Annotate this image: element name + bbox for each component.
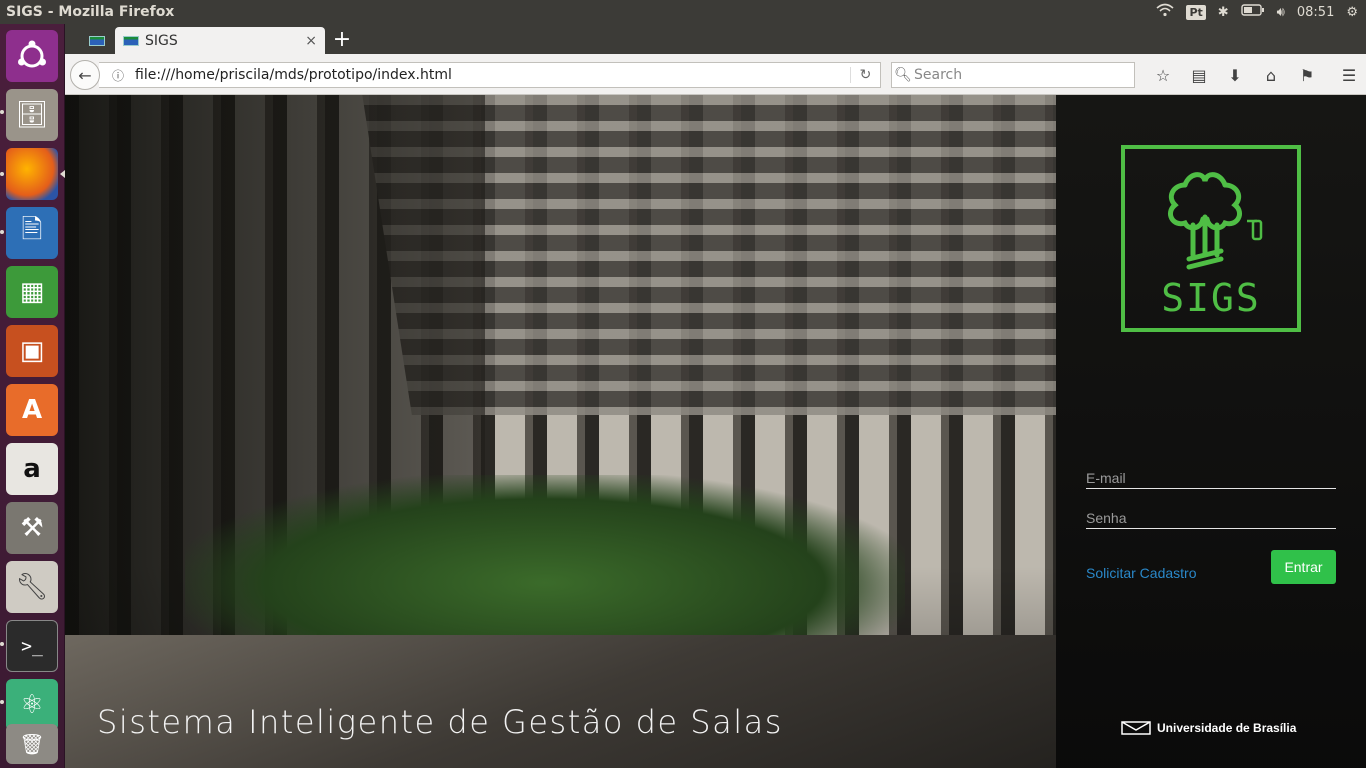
pinned-tab[interactable] [79,28,115,54]
email-field[interactable] [1086,467,1336,488]
url-text[interactable]: file:///home/priscila/mds/prototipo/inde… [129,67,850,83]
software-center-icon[interactable]: A [6,384,58,436]
downloads-icon[interactable]: ⬇ [1217,62,1253,88]
favicon-icon [123,35,139,46]
files-icon[interactable]: 🗄︎ [6,89,58,141]
menu-icon[interactable]: ☰ [1331,62,1366,88]
system-tools-icon[interactable]: 🔧︎ [6,561,58,613]
tab-label: SIGS [145,32,178,49]
battery-icon[interactable] [1240,4,1265,20]
back-button[interactable]: ← [70,60,100,90]
search-placeholder: Search [914,67,963,83]
search-bar[interactable]: 🔍︎ Search [891,62,1135,88]
wifi-icon[interactable] [1156,3,1174,21]
launcher: 🗄︎ 🖹︎ ▦ ▣ A a ⚒ 🔧︎ >_ ⚛ 🗑︎ [0,24,65,768]
favicon-icon [89,36,105,46]
running-indicator [0,642,4,646]
password-field[interactable] [1086,507,1336,528]
home-icon[interactable]: ⌂ [1253,62,1289,88]
firefox-icon[interactable] [6,148,58,200]
register-link[interactable]: Solicitar Cadastro [1086,565,1197,581]
info-icon[interactable]: ⓘ [107,67,129,84]
enter-button[interactable]: Entrar [1271,550,1336,584]
running-indicator [0,700,4,704]
running-indicator [0,110,4,114]
unb-envelope-icon [1121,721,1151,735]
email-field-wrapper [1086,467,1336,489]
libreoffice-calc-icon[interactable]: ▦ [6,266,58,318]
system-tray: Pt ✱ 🔊︎ 08:51 ⚙ [1156,3,1366,21]
settings-gear-icon[interactable]: ⚙ [1346,5,1358,20]
hero-garden [185,475,905,655]
terminal-icon[interactable]: >_ [6,620,58,672]
tab-strip: SIGS × + [65,24,1366,54]
unb-logo: Universidade de Brasília [1121,721,1296,735]
reading-list-icon[interactable]: ▤ [1181,62,1217,88]
page-tagline: Sistema Inteligente de Gestão de Salas [97,703,783,741]
sigs-logo: SIGS [1121,145,1301,332]
unb-name: Universidade de Brasília [1157,721,1297,735]
login-panel: SIGS Solicitar Cadastro Entrar Universid… [1056,95,1366,768]
top-panel: SIGS - Mozilla Firefox Pt ✱ 🔊︎ 08:51 ⚙ [0,0,1366,24]
system-settings-icon[interactable]: ⚒ [6,502,58,554]
url-bar[interactable]: ⓘ file:///home/priscila/mds/prototipo/in… [99,62,881,88]
libreoffice-writer-icon[interactable]: 🖹︎ [6,207,58,259]
bluetooth-icon[interactable]: ✱ [1218,5,1229,20]
hero-image: Sistema Inteligente de Gestão de Salas [65,95,1056,768]
amazon-icon[interactable]: a [6,443,58,495]
password-field-wrapper [1086,507,1336,529]
keyboard-layout-indicator[interactable]: Pt [1186,4,1206,20]
page-content: Sistema Inteligente de Gestão de Salas S… [65,95,1366,768]
running-indicator [0,172,4,176]
volume-icon[interactable]: 🔊︎ [1277,5,1285,20]
new-tab-button[interactable]: + [331,26,353,52]
hero-floor [65,635,1056,768]
brain-tree-icon [1168,172,1263,270]
navigation-bar: ⓘ file:///home/priscila/mds/prototipo/in… [65,54,1366,95]
window-title: SIGS - Mozilla Firefox [6,4,175,20]
libreoffice-impress-icon[interactable]: ▣ [6,325,58,377]
search-icon: 🔍︎ [894,67,912,83]
reload-icon[interactable]: ↻ [850,67,880,83]
close-tab-icon[interactable]: × [305,33,317,49]
back-arrow-icon: ← [78,65,92,85]
bookmark-star-icon[interactable]: ☆ [1145,62,1181,88]
toolbar: ☆ ▤ ⬇ ⌂ ⚑ ☰ [1145,62,1366,88]
tab-sigs[interactable]: SIGS × [115,27,325,54]
running-indicator [0,230,4,234]
pocket-icon[interactable]: ⚑ [1289,62,1325,88]
clock[interactable]: 08:51 [1297,5,1334,20]
trash-icon[interactable]: 🗑︎ [6,724,58,764]
ubuntu-dash-icon[interactable] [6,30,58,82]
